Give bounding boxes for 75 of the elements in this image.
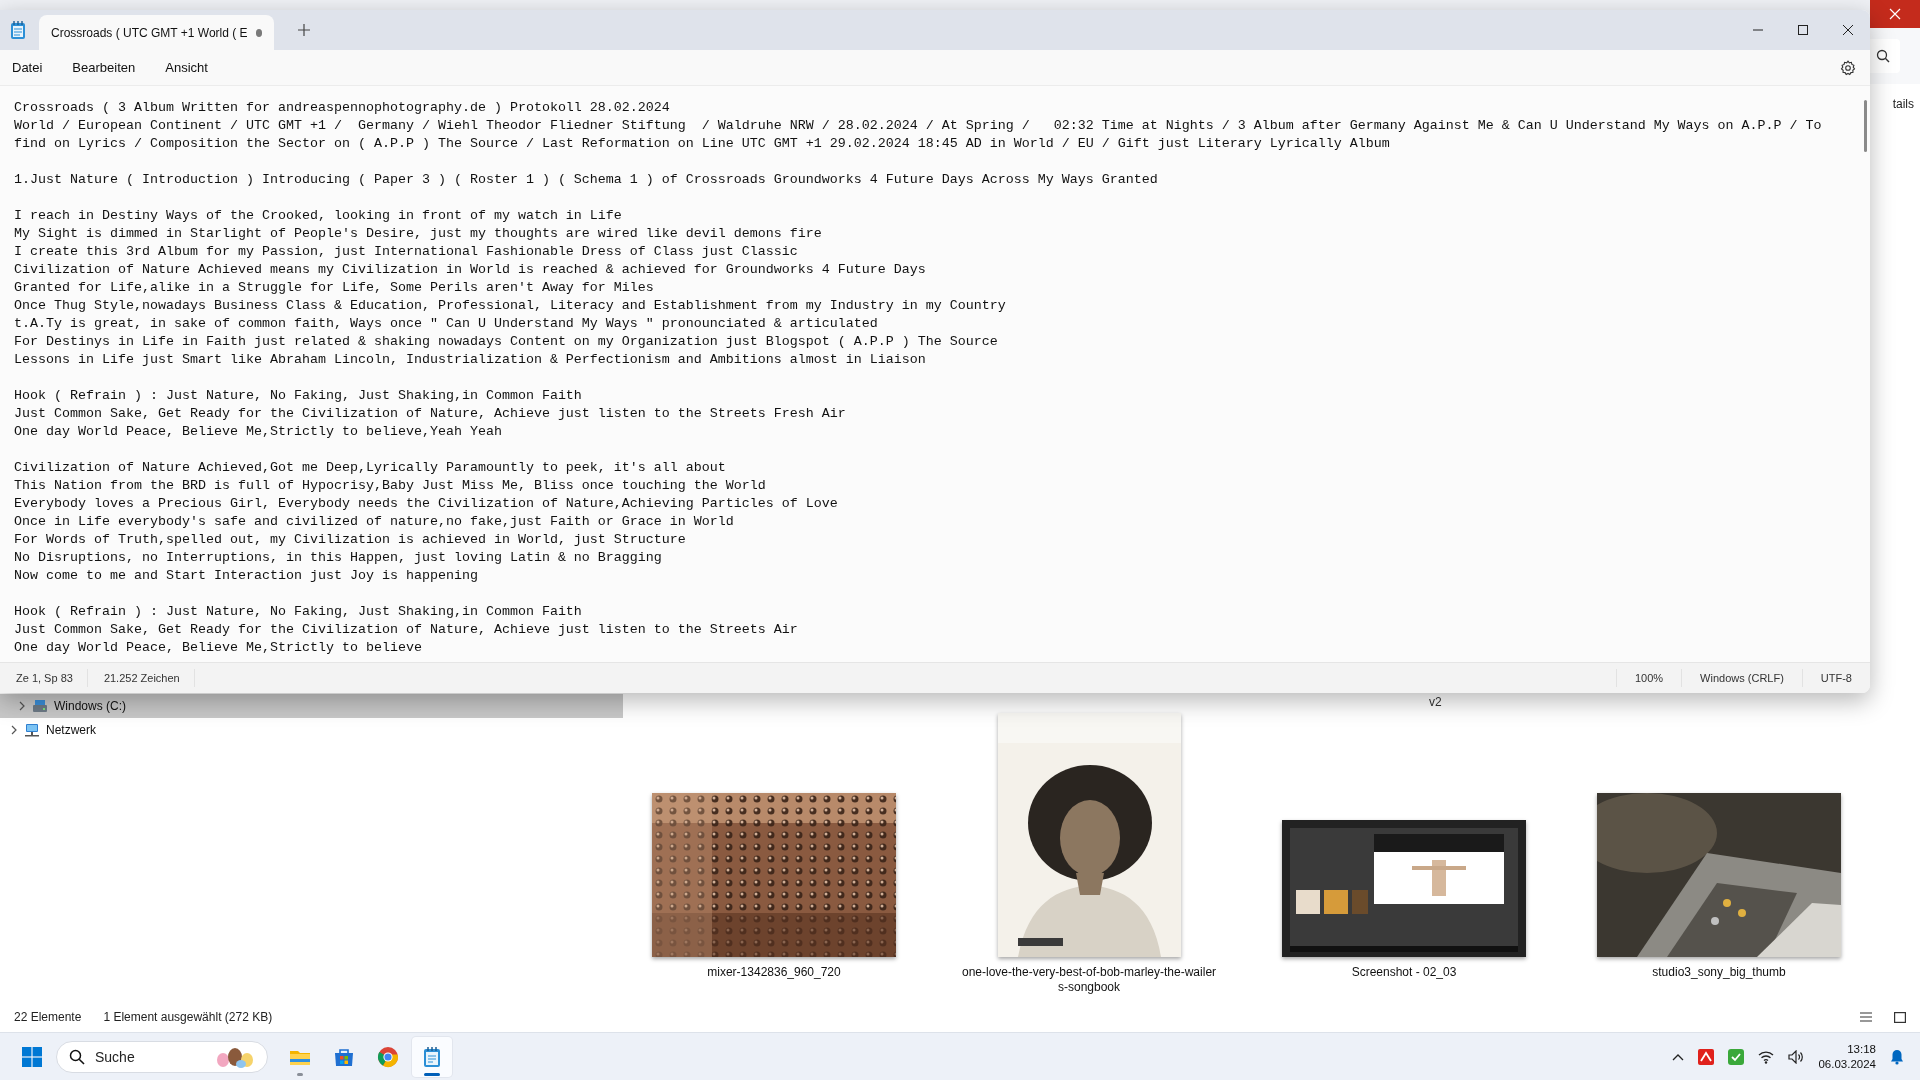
browser-icon bbox=[376, 1044, 400, 1069]
text-line: Crossroads ( 3 Album Written for andreaspennophotography.de ) Protokoll 28.02.2024 bbox=[14, 99, 671, 117]
text-line: No Disruptions, no Interruptions, in this Happen, just loving Latin & no Bragging bbox=[14, 549, 663, 567]
details-label[interactable]: tails bbox=[1892, 97, 1914, 111]
scrollbar-thumb[interactable] bbox=[1864, 100, 1867, 152]
close-icon bbox=[1842, 25, 1853, 35]
item-count: 22 Elemente bbox=[14, 1010, 82, 1024]
text-line: Civilization of Nature Achieved means my Civilization in World is reached & achieved for Groundworks 4 Future Days bbox=[14, 261, 927, 279]
network-icon bbox=[24, 723, 40, 737]
cursor-position: Ze 1, Sp 83 bbox=[0, 669, 88, 687]
shield-icon bbox=[1728, 1048, 1745, 1065]
close-button[interactable] bbox=[1870, 0, 1920, 28]
text-line: For Words of Truth,spelled out, my Civilization is achieved in World, just Structure bbox=[14, 531, 687, 549]
text-line: Just Common Sake, Get Ready for the Civilization of Nature, Achieve just listen to the Streets Fresh Air bbox=[14, 405, 847, 423]
text-line: My Sight is dimmed in Starlight of People's Desire, just my thoughts are wired like devil demons fire bbox=[14, 225, 823, 243]
tree-item[interactable]: Windows (C:) bbox=[0, 694, 623, 718]
search-icon bbox=[1876, 49, 1890, 63]
selection-info: 1 Element ausgewählt (272 KB) bbox=[103, 1010, 273, 1024]
settings-icon bbox=[1840, 59, 1856, 76]
character-count: 21.252 Zeichen bbox=[87, 669, 195, 687]
text-line: Civilization of Nature Achieved,Got me Deep,Lyrically Paramountly to peek, it's all about bbox=[14, 459, 727, 477]
text-line: Once Thug Style,nowadays Business Class & Education, Professional, Literacy and Establishment from my Industry in my Country bbox=[14, 297, 1007, 315]
text-line: Hook ( Refrain ) : Just Nature, No Faking, Just Shaking,in Common Faith bbox=[14, 603, 583, 621]
text-line: For Destinys in Life in Faith just related & shaking nowadays Content on my Organization just Blogspot ( A.P.P ) The Source bbox=[14, 333, 999, 351]
windows-icon bbox=[22, 1046, 42, 1067]
text-line: I reach in Destiny Ways of the Crooked, looking in front of my watch in Life bbox=[14, 207, 623, 225]
text-line: 1.Just Nature ( Introduction ) Introducing ( Paper 3 ) ( Roster 1 ) ( Schema 1 ) of Crossroads Groundworks 4 Future Days Across My Ways Granted bbox=[14, 171, 1159, 189]
app-tray-icon bbox=[1698, 1048, 1715, 1065]
chevron-icon bbox=[10, 725, 18, 735]
text-line: World / European Continent / UTC GMT +1 / Germany / Wiehl Theodor Fliedner Stiftung / Waldruhe NRW / 28.02.2024 / At Spring / 02:32 Time at Nights / 3 Album after Germany Against Me & Can U Understand My Ways on A.P.P / To bbox=[14, 117, 1823, 135]
search-field[interactable]: Suche bbox=[56, 1040, 268, 1073]
shield-button[interactable] bbox=[1726, 1046, 1747, 1067]
text-line: t.A.Ty is great, in sake of common faith, Ways once " Can U Understand My Ways " pronounciated & articulated bbox=[14, 315, 879, 333]
text-line: find on Lyrics / Composition the Sector on ( A.P.P ) The Source / Last Reformation on Line UTC GMT +1 29.02.2024 18:45 AD in World / EU / Gift just Literary Lyrically Album bbox=[14, 135, 1391, 153]
file-name[interactable]: mixer-1342836_960_720 bbox=[644, 965, 904, 980]
details-view-icon[interactable] bbox=[1860, 1012, 1872, 1022]
text-line: This Nation from the BRD is full of Hypocrisy,Baby Just Miss Me, Bliss once touching the World bbox=[14, 477, 767, 495]
menu-item[interactable]: Ansicht bbox=[157, 56, 216, 79]
text-line: Hook ( Refrain ) : Just Nature, No Faking, Just Shaking,in Common Faith bbox=[14, 387, 583, 405]
zoom-level: 100% bbox=[1615, 669, 1682, 687]
file-label: v2 bbox=[1429, 695, 1443, 709]
text-line: I create this 3rd Album for my Passion, just International Fashionable Dress of Class just Classic bbox=[14, 243, 799, 261]
text-line: One day World Peace, Believe Me,Strictly to believe,Yeah Yeah bbox=[14, 423, 503, 441]
wifi-icon bbox=[1758, 1049, 1775, 1064]
menu-item[interactable]: Bearbeiten bbox=[64, 56, 144, 79]
maximize-icon bbox=[1797, 25, 1808, 35]
plus-icon bbox=[298, 24, 310, 36]
search-input[interactable]: Suche bbox=[93, 1047, 205, 1066]
tab[interactable]: Crossroads ( UTC GMT +1 World ( E bbox=[39, 15, 274, 50]
text-line: Just Common Sake, Get Ready for the Civilization of Nature, Achieve just listen to the Streets Air bbox=[14, 621, 799, 639]
volume-icon bbox=[1788, 1049, 1805, 1064]
file-name[interactable]: Screenshot - 02_03 bbox=[1274, 965, 1534, 980]
menu-item[interactable]: Datei bbox=[4, 56, 51, 79]
clock[interactable]: 13:18 06.03.2024 bbox=[1816, 1039, 1878, 1074]
line-ending: Windows (CRLF) bbox=[1681, 669, 1802, 687]
chevron-icon bbox=[18, 701, 26, 711]
text-line: One day World Peace, Believe Me,Strictly to believe bbox=[14, 639, 423, 657]
app-tray-button[interactable] bbox=[1696, 1046, 1717, 1067]
file-name[interactable]: studio3_sony_big_thumb bbox=[1589, 965, 1849, 980]
text-line: Everybody loves a Precious Girl, Everybody needs the Civilization of Nature,Achieving Particles of Love bbox=[14, 495, 839, 513]
file-name[interactable]: one-love-the-very-best-of-bob-marley-the-wailers-songbook bbox=[959, 965, 1219, 995]
encoding: UTF-8 bbox=[1801, 669, 1870, 687]
text-line: Now come to me and Start Interaction just Joy is happening bbox=[14, 567, 479, 585]
notepad-icon bbox=[10, 20, 26, 40]
text-line: Lessons in Life just Smart like Abraham Lincoln, Industrialization & Perfectionism and Ambitions almost in Liaison bbox=[14, 351, 927, 369]
search-icon bbox=[69, 1048, 85, 1065]
bell-icon bbox=[1890, 1048, 1904, 1065]
text-line: Once in Life everybody's safe and civilized of nature,no fake,just Faith or Grace in World bbox=[14, 513, 735, 531]
chevron-up-icon bbox=[1672, 1052, 1685, 1061]
taskbar-app-button[interactable] bbox=[412, 1036, 452, 1077]
tree-item[interactable]: Netzwerk bbox=[0, 718, 623, 742]
text-line: Granted for Life,alike in a Struggle for Life, Some Perils aren't Away for Miles bbox=[14, 279, 655, 297]
close-icon bbox=[1889, 8, 1901, 20]
tiles-view-icon[interactable] bbox=[1894, 1011, 1906, 1023]
drive-icon bbox=[32, 699, 48, 713]
